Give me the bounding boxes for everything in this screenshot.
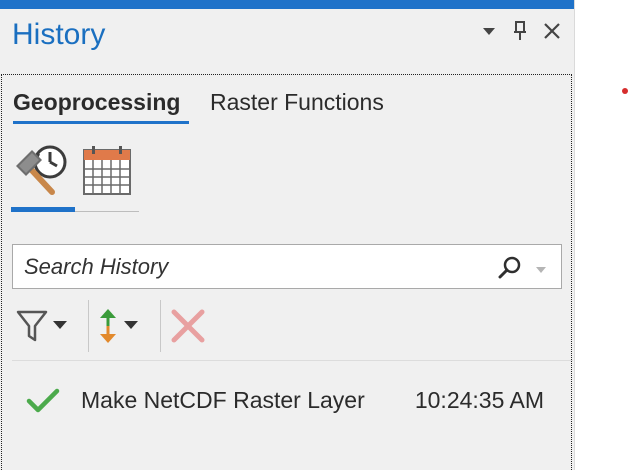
pane-border [574,0,575,470]
checkmark-icon [26,388,60,413]
list-separator [12,360,573,361]
pane-menu-button[interactable] [476,16,502,46]
calendar-view-button[interactable] [82,144,132,196]
calendar-icon [83,146,131,195]
active-tab-indicator [13,121,189,124]
close-icon [544,23,560,39]
dropdown-triangle-icon [483,28,495,35]
red-dot-marker [622,88,628,94]
search-input[interactable] [13,245,483,288]
page: History Geoprocessing Raster Functions S… [0,0,631,470]
history-item-time: 10:24:35 AM [414,387,544,413]
history-row[interactable]: Make NetCDF Raster Layer 10:24:35 AM [12,376,562,426]
search-icon [498,256,521,279]
search-options-dropdown[interactable] [535,261,551,273]
tab-raster-functions[interactable]: Raster Functions [210,86,384,118]
history-item-name: Make NetCDF Raster Layer [81,387,365,413]
history-pane: History Geoprocessing Raster Functions S… [0,0,575,470]
filter-button[interactable] [15,306,73,346]
pin-icon [514,21,526,40]
pin-button[interactable] [507,16,533,46]
pane-title: History [12,18,106,51]
pane-accent-bar [0,0,575,9]
filter-icon [16,310,67,342]
toolbar-divider [88,300,89,352]
tab-geoprocessing[interactable]: Geoprocessing [13,86,180,118]
active-view-indicator [11,207,75,212]
search-box [12,244,562,289]
tool-history-view-button[interactable] [14,142,72,200]
toolbar-divider [160,300,161,352]
delete-icon [171,309,205,343]
sort-button[interactable] [96,306,146,346]
search-button[interactable] [497,255,523,281]
sort-icon [100,309,138,343]
delete-button[interactable] [170,308,206,344]
chevron-down-icon [536,267,546,273]
tool-history-icon [16,145,67,195]
close-button[interactable] [539,16,565,46]
